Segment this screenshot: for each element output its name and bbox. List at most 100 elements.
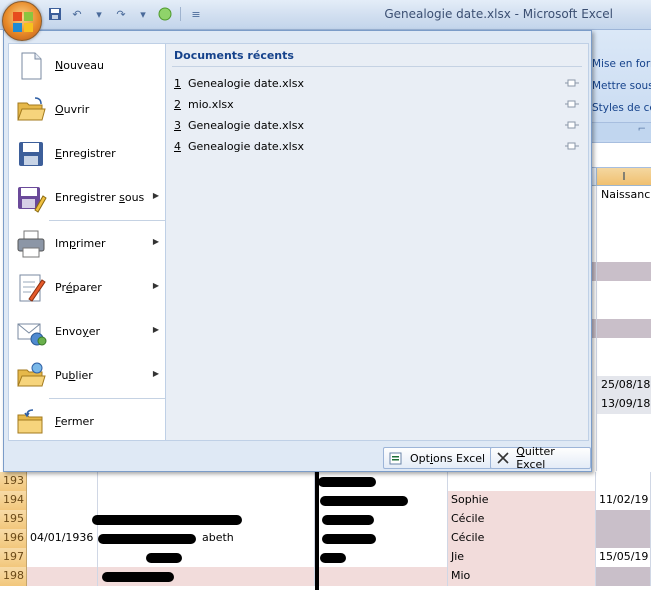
- recent-document-item[interactable]: 2 mio.xlsx: [172, 95, 582, 115]
- menu-item-enregistrer-sous[interactable]: Enregistrer sous ▶: [9, 176, 165, 220]
- cell[interactable]: Cécile: [448, 529, 596, 548]
- redaction-mark: [320, 553, 346, 563]
- menu-item-ouvrir[interactable]: Ouvrir: [9, 88, 165, 132]
- chevron-down-icon[interactable]: ▾: [134, 5, 152, 23]
- menu-item-label: Enregistrer: [55, 147, 116, 160]
- refresh-icon[interactable]: [156, 5, 174, 23]
- recent-document-number: 3: [174, 119, 181, 132]
- menu-item-fermer[interactable]: Fermer: [9, 400, 165, 444]
- table-row: 25/08/18: [588, 376, 651, 395]
- column-header-I[interactable]: I: [596, 168, 651, 186]
- cell[interactable]: Jie: [448, 548, 596, 567]
- redo-icon[interactable]: ↷: [112, 5, 130, 23]
- recent-document-item[interactable]: 1 Genealogie date.xlsx: [172, 74, 582, 94]
- submenu-arrow-icon: ▶: [152, 191, 159, 200]
- cell[interactable]: [27, 567, 98, 586]
- redaction-mark: [146, 553, 182, 563]
- cell[interactable]: [596, 224, 651, 243]
- cell[interactable]: [448, 472, 596, 491]
- cell[interactable]: 04/01/1936: [27, 529, 98, 548]
- table-row: [588, 452, 651, 471]
- recent-document-name: Genealogie date.xlsx: [188, 140, 304, 153]
- chevron-down-icon[interactable]: ▾: [90, 5, 108, 23]
- cell[interactable]: [596, 281, 651, 300]
- customize-toolbar-icon[interactable]: ≡: [187, 5, 205, 23]
- menu-item-publier[interactable]: Publier ▶: [9, 354, 165, 398]
- cell[interactable]: [596, 205, 651, 224]
- menu-item-preparer[interactable]: Préparer ▶: [9, 266, 165, 310]
- table-row: [588, 414, 651, 433]
- recent-documents-panel: Documents récents 1 Genealogie date.xlsx 2…: [166, 43, 589, 441]
- ribbon-styles-group: Mise en form Mettre sous Styles de cel ⌐: [588, 30, 651, 142]
- cell[interactable]: [98, 472, 315, 491]
- menu-item-imprimer[interactable]: Imprimer ▶: [9, 222, 165, 266]
- pin-icon[interactable]: [564, 119, 580, 131]
- cell-styles-button[interactable]: Styles de cel: [592, 102, 651, 114]
- menu-item-label: Préparer: [55, 281, 102, 294]
- cell[interactable]: [98, 548, 315, 567]
- cell[interactable]: [596, 338, 651, 357]
- cell[interactable]: [27, 472, 98, 491]
- office-button[interactable]: [2, 1, 42, 41]
- row-header[interactable]: 193: [0, 472, 27, 491]
- menu-item-nouveau[interactable]: Nouveau: [9, 44, 165, 88]
- format-as-table-button[interactable]: Mettre sous: [592, 80, 651, 92]
- cell[interactable]: 25/08/18: [596, 376, 651, 395]
- cell[interactable]: Naissanc: [596, 186, 651, 205]
- recent-document-item[interactable]: 4 Genealogie date.xlsx: [172, 137, 582, 157]
- table-row: 193: [0, 472, 651, 491]
- cell[interactable]: [319, 567, 448, 586]
- menu-item-enregistrer[interactable]: Enregistrer: [9, 132, 165, 176]
- cell[interactable]: [596, 319, 651, 338]
- cell[interactable]: [596, 357, 651, 376]
- recent-document-item[interactable]: 3 Genealogie date.xlsx: [172, 116, 582, 136]
- cell[interactable]: Cécile: [448, 510, 596, 529]
- cell[interactable]: 11/02/19: [596, 491, 651, 510]
- cell[interactable]: [596, 243, 651, 262]
- row-header[interactable]: 195: [0, 510, 27, 529]
- redaction-mark: [318, 477, 376, 487]
- cell[interactable]: [596, 262, 651, 281]
- cell[interactable]: 13/09/18: [596, 395, 651, 414]
- pin-icon[interactable]: [564, 98, 580, 110]
- cell[interactable]: [27, 548, 98, 567]
- cell[interactable]: [596, 510, 651, 529]
- cell[interactable]: [596, 472, 651, 491]
- cell[interactable]: [596, 414, 651, 433]
- row-header[interactable]: 198: [0, 567, 27, 586]
- redaction-mark: [98, 534, 196, 544]
- recent-document-name: Genealogie date.xlsx: [188, 77, 304, 90]
- row-header[interactable]: 197: [0, 548, 27, 567]
- recent-document-name: Genealogie date.xlsx: [188, 119, 304, 132]
- conditional-format-button[interactable]: Mise en form: [592, 58, 651, 70]
- quit-excel-button[interactable]: Quitter Excel: [490, 445, 591, 471]
- table-row: [588, 357, 651, 376]
- dialog-launcher-icon[interactable]: ⌐: [638, 124, 646, 135]
- table-row: [588, 433, 651, 452]
- cell[interactable]: [27, 491, 98, 510]
- cell[interactable]: [27, 510, 98, 529]
- column-border: [315, 472, 319, 590]
- table-row: Naissanc: [588, 186, 651, 205]
- submenu-arrow-icon: ▶: [152, 369, 159, 378]
- cell[interactable]: [596, 300, 651, 319]
- formula-bar[interactable]: [588, 142, 651, 168]
- cell[interactable]: Sophie: [448, 491, 596, 510]
- cell[interactable]: [596, 452, 651, 471]
- undo-icon[interactable]: ↶: [68, 5, 86, 23]
- cell[interactable]: [98, 491, 315, 510]
- pin-icon[interactable]: [564, 77, 580, 89]
- table-row: [588, 319, 651, 338]
- row-header[interactable]: 194: [0, 491, 27, 510]
- excel-options-button[interactable]: Options Excel: [383, 447, 493, 469]
- cell[interactable]: [596, 567, 651, 586]
- cell[interactable]: [596, 433, 651, 452]
- pin-icon[interactable]: [564, 140, 580, 152]
- save-icon[interactable]: [46, 5, 64, 23]
- cell[interactable]: Mio: [448, 567, 596, 586]
- menu-item-envoyer[interactable]: Envoyer ▶: [9, 310, 165, 354]
- table-row: 194 Sophie 11/02/19: [0, 491, 651, 510]
- cell[interactable]: [596, 529, 651, 548]
- cell[interactable]: 15/05/19: [596, 548, 651, 567]
- row-header[interactable]: 196: [0, 529, 27, 548]
